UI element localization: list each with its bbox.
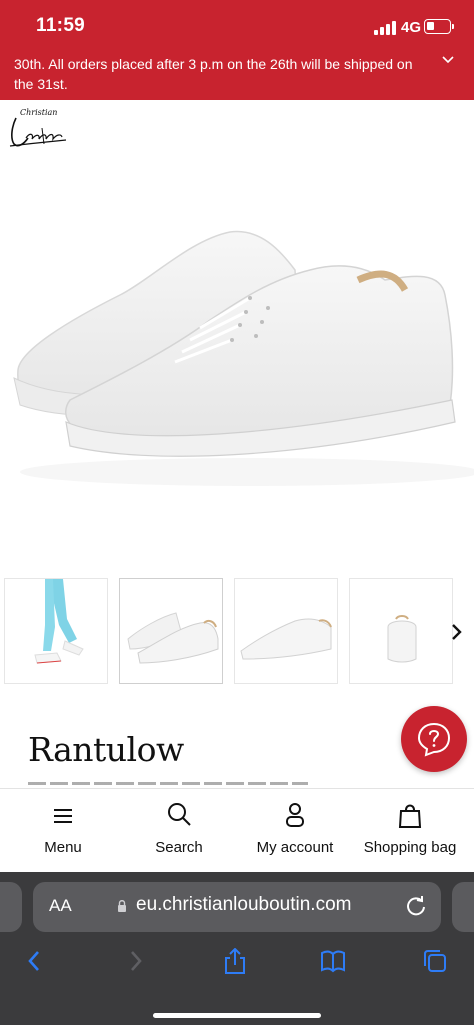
thumbnail-3[interactable] [234,578,338,684]
thumbnail-4[interactable] [349,578,453,684]
shipping-banner-text: 30th. All orders placed after 3 p.m on t… [14,56,413,92]
product-subtitle-cut [28,782,308,785]
bottom-tab-bar: Menu Search My account Shopping bag [0,788,474,872]
tab-menu-label: Menu [44,839,82,856]
thumbnail-strip [0,578,474,684]
signal-icon [374,21,396,35]
back-icon[interactable] [22,948,48,974]
search-icon [168,803,191,826]
address-bar[interactable]: AA eu.christianlouboutin.com [33,882,441,932]
tab-search-label: Search [155,839,203,856]
chevron-right-icon[interactable] [446,622,466,642]
status-time: 11:59 [36,15,86,36]
battery-icon [424,19,454,34]
lock-icon [118,900,126,912]
top-banner-area: 11:59 4G 30th. All orders placed after 3… [0,0,474,100]
network-type: 4G [401,19,422,36]
menu-icon [54,809,72,823]
next-tab-edge[interactable] [452,882,474,932]
text-size-button[interactable]: AA [49,896,72,916]
bookmarks-icon[interactable] [320,948,346,974]
url-text: eu.christianlouboutin.com [136,894,352,915]
status-bar: 11:59 4G [0,0,474,50]
tab-search[interactable]: Search [144,801,214,856]
chevron-down-icon[interactable] [441,55,455,65]
tab-menu[interactable]: Menu [28,801,98,856]
tab-account[interactable]: My account [250,801,340,856]
brand-logo[interactable]: Christian [6,104,70,156]
tab-bag-label: Shopping bag [363,839,457,856]
tab-account-label: My account [256,839,334,856]
browser-bar: AA eu.christianlouboutin.com [0,872,474,1025]
tabs-icon[interactable] [422,948,448,974]
help-button[interactable] [401,706,467,772]
tab-shopping-bag[interactable]: Shopping bag [358,801,462,856]
home-indicator [153,1013,321,1018]
reload-icon[interactable] [405,895,427,917]
logo-script-icon [9,117,67,147]
thumbnail-2[interactable] [119,578,223,684]
share-icon[interactable] [222,948,248,974]
bag-icon [398,804,422,828]
product-title: Rantulow [28,730,184,769]
product-main-image[interactable] [0,200,474,560]
product-page: 11:59 4G 30th. All orders placed after 3… [0,0,474,1025]
forward-icon[interactable] [122,948,148,974]
previous-tab-edge[interactable] [0,882,22,932]
account-icon [286,803,304,827]
help-icon [417,722,451,757]
thumbnail-1[interactable] [4,578,108,684]
